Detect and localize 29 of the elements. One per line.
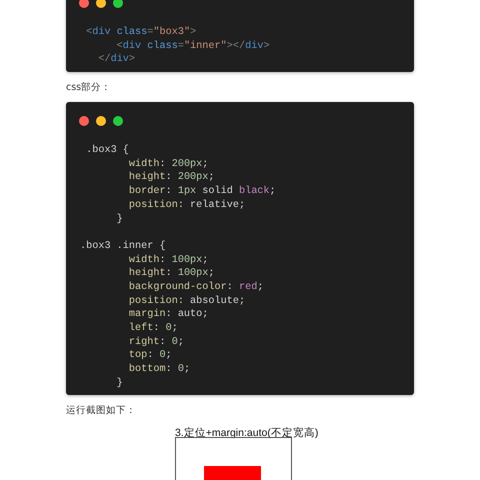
maximize-dot-icon xyxy=(113,0,123,8)
code-line: right: 0; xyxy=(128,336,185,350)
code-line: } xyxy=(116,376,124,390)
maximize-dot-icon xyxy=(113,116,123,126)
minimize-dot-icon xyxy=(96,0,106,8)
code-line: position: absolute; xyxy=(128,294,246,308)
close-dot-icon xyxy=(79,116,89,126)
close-dot-icon xyxy=(79,0,89,8)
code-line: } xyxy=(116,212,124,226)
code-line: .box3 .inner { xyxy=(80,240,167,254)
section-label: 运行截图如下： xyxy=(66,404,137,418)
minimize-dot-icon xyxy=(96,116,106,126)
code-line: .box3 { xyxy=(85,144,130,158)
code-line: </div> xyxy=(97,53,136,68)
section-label: css部分： xyxy=(66,81,112,94)
code-line: bottom: 0; xyxy=(128,363,192,377)
code-line: margin: auto; xyxy=(128,308,210,322)
code-line: left: 0; xyxy=(128,322,179,336)
code-line: <div class="inner"></div> xyxy=(116,40,271,54)
code-line: height: 200px; xyxy=(128,171,216,186)
code-line: border: 1px solid black; xyxy=(128,185,277,199)
code-line: position: relative; xyxy=(128,198,246,212)
code-line: background-color: red; xyxy=(128,280,264,295)
code-line: <div class="box3"> xyxy=(85,26,198,40)
code-line: height: 100px; xyxy=(128,267,216,281)
demo-caption: 3.定位+margin:auto(不定宽高) xyxy=(175,427,320,440)
code-line: width: 200px; xyxy=(128,158,210,172)
code-line: width: 100px; xyxy=(128,254,210,268)
code-line: top: 0; xyxy=(128,349,173,364)
